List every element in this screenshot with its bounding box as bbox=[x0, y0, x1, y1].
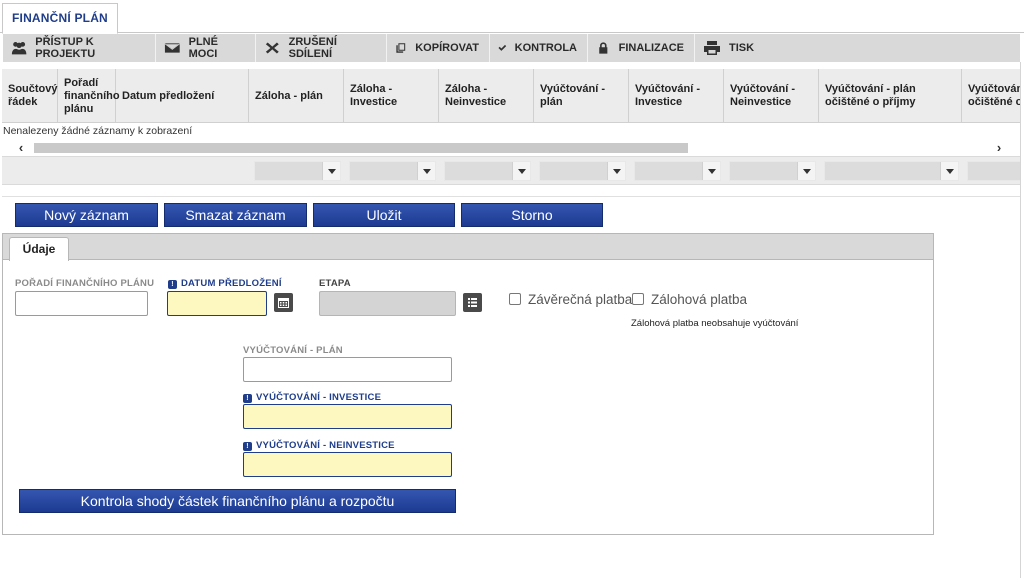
column-header[interactable]: Vyúčtování - plán očištěné o příjmy bbox=[962, 69, 1020, 123]
toolbar-label: KONTROLA bbox=[514, 42, 577, 54]
finalizace-button[interactable]: FINALIZACE bbox=[588, 34, 695, 62]
datum-label: ! DATUM PŘEDLOŽENÍ bbox=[168, 278, 282, 289]
kontrola-shody-button[interactable]: Kontrola shody částek finančního plánu a… bbox=[19, 489, 456, 513]
tab-udaje[interactable]: Údaje bbox=[9, 237, 69, 261]
chevron-down-icon[interactable] bbox=[797, 162, 815, 180]
filter-select[interactable] bbox=[729, 161, 816, 181]
column-header[interactable]: Vyúčtování - plán bbox=[534, 69, 629, 123]
chevron-down-icon[interactable] bbox=[417, 162, 435, 180]
vyuctovani-neinvestice-input[interactable] bbox=[243, 452, 452, 477]
datum-label-text: DATUM PŘEDLOŽENÍ bbox=[181, 278, 282, 289]
filter-select[interactable] bbox=[539, 161, 626, 181]
column-header[interactable]: Vyúčtování - plán očištěné o příjmy bbox=[819, 69, 962, 123]
financni-plan-grid: Součtový řádek Pořadí finančního plánu D… bbox=[2, 69, 1020, 189]
filter-select[interactable] bbox=[349, 161, 436, 181]
users-icon bbox=[11, 42, 27, 55]
divider bbox=[2, 196, 1020, 197]
filter-select[interactable] bbox=[444, 161, 531, 181]
poradi-label: POŘADÍ FINANČNÍHO PLÁNU bbox=[15, 278, 155, 289]
column-header[interactable]: Pořadí finančního plánu bbox=[58, 69, 120, 123]
toolbar-label: TISK bbox=[729, 42, 755, 54]
chevron-down-icon[interactable] bbox=[512, 162, 530, 180]
column-header[interactable]: Vyúčtování - Investice bbox=[629, 69, 724, 123]
list-icon[interactable] bbox=[463, 293, 482, 312]
column-header[interactable]: Záloha - Investice bbox=[344, 69, 439, 123]
smazat-zaznam-button[interactable]: Smazat záznam bbox=[164, 203, 307, 227]
vyuctovani-plan-label: VYÚČTOVÁNÍ - PLÁN bbox=[243, 345, 343, 356]
plne-moci-button[interactable]: PLNÉ MOCI bbox=[156, 34, 256, 62]
column-header[interactable]: Záloha - Neinvestice bbox=[439, 69, 534, 123]
filter-select[interactable] bbox=[634, 161, 721, 181]
zruseni-sdileni-button[interactable]: ZRUŠENÍ SDÍLENÍ bbox=[256, 34, 387, 62]
scrollbar-thumb[interactable] bbox=[34, 143, 688, 153]
copy-icon bbox=[396, 43, 406, 53]
column-header[interactable]: Záloha - plán bbox=[249, 69, 344, 123]
etapa-label: ETAPA bbox=[319, 278, 351, 289]
cross-icon bbox=[265, 42, 279, 54]
pristup-k-projektu-button[interactable]: PŘÍSTUP K PROJEKTU bbox=[3, 34, 156, 62]
required-icon: ! bbox=[168, 280, 177, 289]
zaverecna-platba-checkbox[interactable] bbox=[509, 293, 521, 305]
filter-select[interactable] bbox=[254, 161, 341, 181]
chevron-down-icon[interactable] bbox=[702, 162, 720, 180]
filter-select[interactable] bbox=[824, 161, 959, 181]
kontrola-button[interactable]: KONTROLA bbox=[490, 34, 588, 62]
panel-tab-bar: Údaje bbox=[3, 234, 933, 261]
zalohova-platba-label: Zálohová platba bbox=[651, 292, 748, 307]
toolbar-label: KOPÍROVAT bbox=[415, 42, 479, 54]
toolbar-label: FINALIZACE bbox=[618, 42, 684, 54]
grid-filter-row bbox=[2, 156, 1020, 185]
vyuctovani-neinvestice-label: ! VYÚČTOVÁNÍ - NEINVESTICE bbox=[243, 440, 395, 451]
chevron-down-icon[interactable] bbox=[940, 162, 958, 180]
vyuctovani-neinvestice-label-text: VYÚČTOVÁNÍ - NEINVESTICE bbox=[256, 440, 395, 451]
udaje-panel: Údaje POŘADÍ FINANČNÍHO PLÁNU ! DATUM PŘE… bbox=[2, 233, 934, 535]
zalohova-platba-checkbox[interactable] bbox=[632, 293, 644, 305]
grid-empty-message: Nenalezeny žádné záznamy k zobrazení bbox=[3, 125, 193, 137]
column-header[interactable]: Datum předložení bbox=[116, 69, 249, 123]
scroll-left-icon[interactable]: ‹ bbox=[12, 140, 30, 156]
ulozit-button[interactable]: Uložit bbox=[313, 203, 455, 227]
column-header[interactable]: Vyúčtování - Neinvestice bbox=[724, 69, 819, 123]
divider bbox=[1020, 62, 1021, 578]
tisk-button[interactable]: TISK bbox=[695, 34, 765, 62]
grid-header: Součtový řádek Pořadí finančního plánu D… bbox=[2, 69, 1020, 123]
toolbar-label: PLNÉ MOCI bbox=[188, 36, 218, 60]
etapa-input bbox=[319, 291, 456, 316]
required-icon: ! bbox=[243, 442, 252, 451]
chevron-down-icon[interactable] bbox=[322, 162, 340, 180]
vyuctovani-investice-label: ! VYÚČTOVÁNÍ - INVESTICE bbox=[243, 392, 381, 403]
poradi-input[interactable] bbox=[15, 291, 148, 316]
zalohova-platba-note: Zálohová platba neobsahuje vyúčtování bbox=[631, 318, 799, 329]
toolbar-label: ZRUŠENÍ SDÍLENÍ bbox=[288, 36, 337, 60]
horizontal-scrollbar[interactable]: ‹ › bbox=[2, 140, 1020, 156]
chevron-down-icon[interactable] bbox=[607, 162, 625, 180]
calendar-icon[interactable] bbox=[274, 293, 293, 312]
vyuctovani-plan-input[interactable] bbox=[243, 357, 452, 382]
required-icon: ! bbox=[243, 394, 252, 403]
top-tab-bar: FINANČNÍ PLÁN bbox=[0, 0, 1024, 34]
check-icon bbox=[498, 44, 507, 51]
envelope-icon bbox=[164, 43, 180, 53]
vyuctovani-investice-label-text: VYÚČTOVÁNÍ - INVESTICE bbox=[256, 392, 382, 403]
printer-icon bbox=[704, 41, 720, 55]
zaverecna-platba-label: Závěrečná platba bbox=[528, 292, 633, 307]
tab-financni-plan[interactable]: FINANČNÍ PLÁN bbox=[2, 3, 118, 34]
toolbar: PŘÍSTUP K PROJEKTU PLNÉ MOCI ZRUŠENÍ SDÍ… bbox=[3, 34, 1020, 62]
datum-predlozeni-input[interactable] bbox=[167, 291, 267, 316]
scroll-right-icon[interactable]: › bbox=[990, 140, 1008, 156]
vyuctovani-investice-input[interactable] bbox=[243, 404, 452, 429]
storno-button[interactable]: Storno bbox=[461, 203, 603, 227]
kopirovat-button[interactable]: KOPÍROVAT bbox=[387, 34, 490, 62]
toolbar-label: PŘÍSTUP K PROJEKTU bbox=[35, 36, 96, 60]
filter-select[interactable] bbox=[967, 161, 1020, 181]
column-header[interactable]: Součtový řádek bbox=[2, 69, 58, 123]
novy-zaznam-button[interactable]: Nový záznam bbox=[15, 203, 158, 227]
lock-icon bbox=[599, 42, 608, 54]
